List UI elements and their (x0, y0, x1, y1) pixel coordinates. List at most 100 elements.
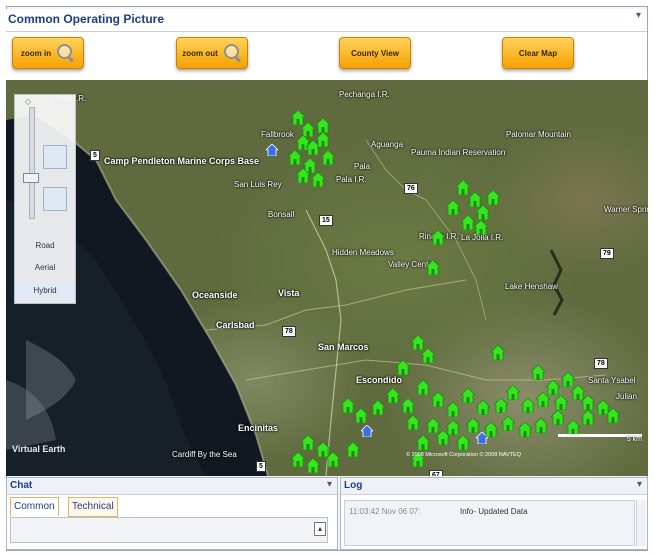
house-marker-icon[interactable] (321, 150, 335, 165)
house-marker-icon[interactable] (474, 220, 488, 235)
house-marker-icon[interactable] (311, 172, 325, 187)
zoom-slider-thumb[interactable] (23, 173, 39, 183)
house-marker-icon[interactable] (431, 230, 445, 245)
house-marker-icon[interactable] (401, 398, 415, 413)
tab-common[interactable]: Common (10, 497, 59, 516)
map-place-label: Pauma Indian Reservation (411, 148, 506, 157)
house-marker-icon[interactable] (566, 420, 580, 435)
zoom-slider-track[interactable] (29, 107, 35, 219)
house-marker-icon[interactable] (521, 398, 535, 413)
house-marker-icon[interactable] (296, 168, 310, 183)
map-view-road[interactable]: Road (15, 241, 75, 250)
house-marker-icon[interactable] (461, 388, 475, 403)
house-marker-icon[interactable] (291, 452, 305, 467)
zoom-out-button[interactable]: zoom out (176, 37, 248, 69)
house-marker-icon[interactable] (326, 452, 340, 467)
map-type-control: ◇ Road Aerial Hybrid (14, 94, 76, 304)
house-marker-icon[interactable] (491, 345, 505, 360)
log-title: Log (344, 480, 363, 491)
highway-shield-icon: 5 (90, 150, 100, 161)
highway-shield-icon: 67 (429, 470, 443, 476)
map-place-label: Carlsbad (216, 320, 255, 330)
map-place-label: Encinitas (238, 423, 279, 433)
house-marker-icon[interactable] (581, 395, 595, 410)
map-canvas[interactable]: La Jolla I.R. Camp Pendleton Marine Corp… (6, 80, 648, 476)
house-marker-icon[interactable] (431, 392, 445, 407)
house-marker-icon[interactable] (536, 392, 550, 407)
poi-marker-icon[interactable] (361, 425, 373, 437)
house-marker-icon[interactable] (581, 410, 595, 425)
map-place-label: Palomar Mountain (506, 130, 571, 139)
map-place-label: Aguanga (371, 140, 404, 149)
house-marker-icon[interactable] (436, 430, 450, 445)
map-place-label: Julian (616, 392, 637, 401)
house-marker-icon[interactable] (371, 400, 385, 415)
zoom-out-label: zoom out (182, 48, 218, 58)
house-marker-icon[interactable] (396, 360, 410, 375)
house-marker-icon[interactable] (476, 400, 490, 415)
zoom-in-button[interactable]: zoom in (12, 37, 84, 69)
map-view-hybrid[interactable]: Hybrid (15, 283, 75, 299)
house-marker-icon[interactable] (446, 200, 460, 215)
clear-map-label: Clear Map (518, 48, 558, 58)
house-marker-icon[interactable] (426, 260, 440, 275)
house-marker-icon[interactable] (421, 348, 435, 363)
3d-view-icon[interactable] (43, 145, 67, 169)
chat-title: Chat (10, 480, 33, 491)
house-marker-icon[interactable] (501, 416, 515, 431)
house-marker-icon[interactable] (606, 408, 620, 423)
chevron-down-icon[interactable]: ▾ (637, 479, 642, 490)
compass-icon[interactable]: ◇ (25, 97, 31, 106)
clear-map-button[interactable]: Clear Map (502, 37, 574, 69)
house-marker-icon[interactable] (531, 365, 545, 380)
tab-technical[interactable]: Technical (68, 497, 118, 517)
house-marker-icon[interactable] (534, 418, 548, 433)
map-toolbar: zoom in zoom out County View Clear Map (6, 32, 647, 80)
map-place-label: Santa Ysabel (588, 376, 636, 385)
log-list: 11:03:42 Nov 06 07: Info- Updated Data (344, 500, 635, 546)
house-marker-icon[interactable] (446, 402, 460, 417)
scroll-up-icon[interactable]: ▴ (314, 522, 326, 536)
house-marker-icon[interactable] (486, 190, 500, 205)
map-view-aerial[interactable]: Aerial (15, 263, 75, 272)
house-marker-icon[interactable] (494, 398, 508, 413)
log-scrollbar[interactable] (636, 500, 646, 546)
house-marker-icon[interactable] (461, 215, 475, 230)
birds-eye-icon[interactable] (43, 187, 67, 211)
house-marker-icon[interactable] (301, 435, 315, 450)
house-marker-icon[interactable] (518, 422, 532, 437)
map-place-label: Vista (278, 288, 300, 298)
house-marker-icon[interactable] (288, 150, 302, 165)
house-marker-icon[interactable] (484, 422, 498, 437)
house-marker-icon[interactable] (416, 380, 430, 395)
house-marker-icon[interactable] (456, 435, 470, 450)
house-marker-icon[interactable] (554, 395, 568, 410)
log-panel: Log ▾ 11:03:42 Nov 06 07: Info- Updated … (340, 477, 648, 550)
house-marker-icon[interactable] (354, 408, 368, 423)
house-marker-icon[interactable] (476, 205, 490, 220)
log-header: Log ▾ (341, 478, 647, 495)
house-marker-icon[interactable] (386, 388, 400, 403)
house-marker-icon[interactable] (316, 118, 330, 133)
house-marker-icon[interactable] (466, 418, 480, 433)
window-title: Common Operating Picture (8, 12, 165, 26)
map-place-label: Pala I.R. (336, 175, 367, 184)
chevron-down-icon[interactable]: ▾ (636, 10, 641, 21)
map-place-label: Fallbrook (261, 130, 294, 139)
house-marker-icon[interactable] (306, 458, 320, 473)
log-entry-time: 11:03:42 Nov 06 07: (349, 507, 421, 516)
house-marker-icon[interactable] (346, 442, 360, 457)
house-marker-icon[interactable] (416, 435, 430, 450)
house-marker-icon[interactable] (551, 410, 565, 425)
map-place-label: Pala (354, 162, 371, 171)
map-place-label: Escondido (356, 375, 403, 385)
county-view-button[interactable]: County View (339, 37, 411, 69)
house-marker-icon[interactable] (406, 415, 420, 430)
chevron-down-icon[interactable]: ▾ (327, 479, 332, 490)
chat-input[interactable] (10, 517, 328, 543)
map-place-label: Pechanga I.R. (339, 90, 390, 99)
house-marker-icon[interactable] (341, 398, 355, 413)
house-marker-icon[interactable] (316, 132, 330, 147)
poi-marker-icon[interactable] (266, 144, 278, 156)
house-marker-icon[interactable] (506, 385, 520, 400)
